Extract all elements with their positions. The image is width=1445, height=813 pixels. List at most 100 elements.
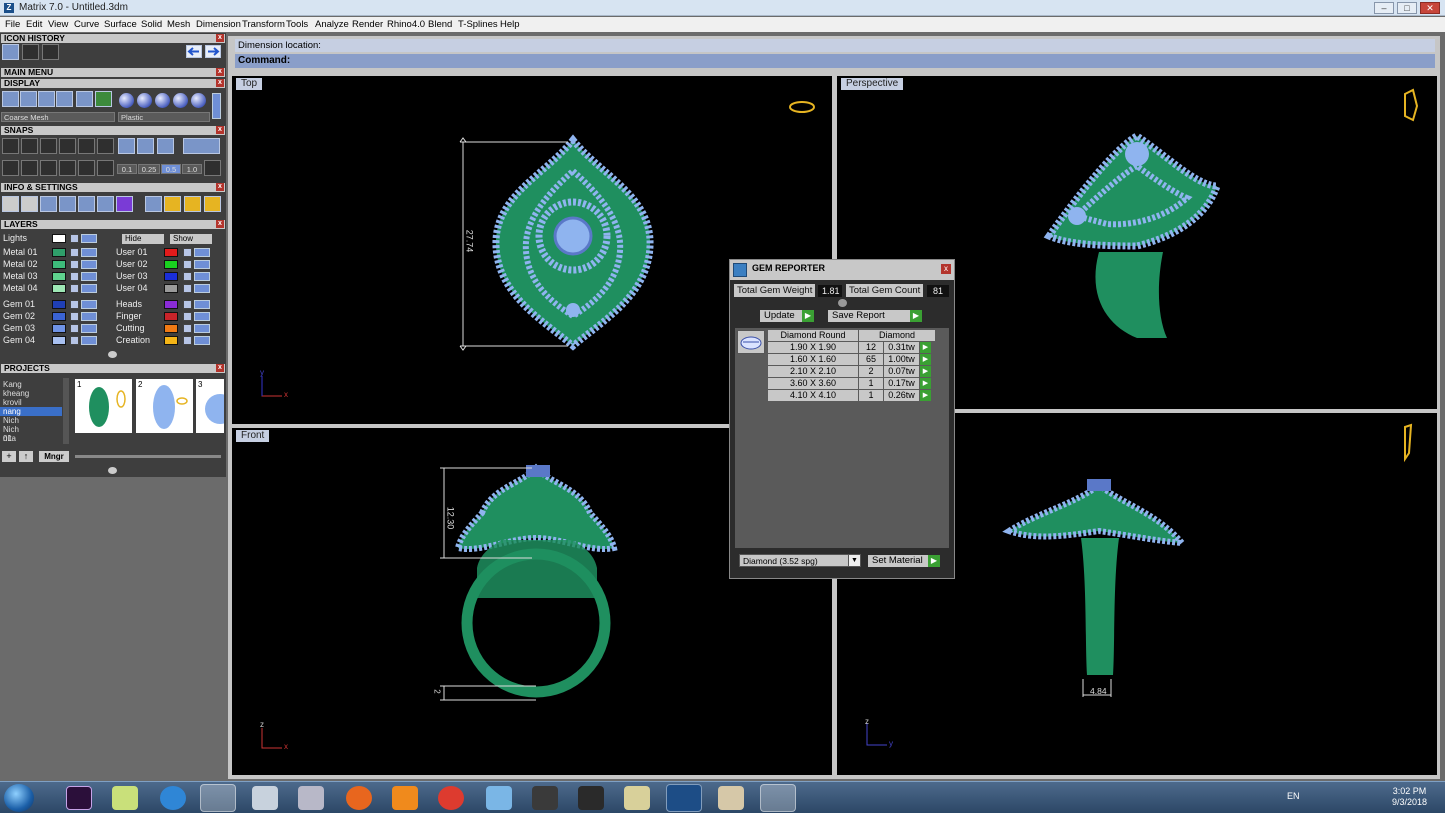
display-mode-icon[interactable] <box>95 91 112 107</box>
layer-visibility-button[interactable] <box>194 336 210 345</box>
lock-icon[interactable] <box>183 284 192 293</box>
list-item[interactable]: kheang <box>3 389 29 398</box>
snap-arrow-icon[interactable] <box>78 160 95 176</box>
lock-icon[interactable] <box>183 324 192 333</box>
lock-icon[interactable] <box>70 336 79 345</box>
notepad-icon[interactable] <box>624 786 650 810</box>
display-slider[interactable] <box>212 93 221 119</box>
tool-icon[interactable] <box>532 786 558 810</box>
layer-color-swatch[interactable] <box>164 312 178 321</box>
matrix-taskbar-icon[interactable] <box>666 784 702 812</box>
layer-material-icon[interactable] <box>116 196 133 212</box>
material-sphere-icon[interactable] <box>155 93 170 108</box>
set-material-button[interactable]: Set Material ▶ <box>868 555 940 567</box>
lock-icon[interactable] <box>183 272 192 281</box>
snap-perp-icon[interactable] <box>78 138 95 154</box>
lock-icon[interactable] <box>70 324 79 333</box>
snap-diag-icon[interactable] <box>59 160 76 176</box>
layer-color-swatch[interactable] <box>52 248 66 257</box>
lock-icon[interactable] <box>183 300 192 309</box>
snap-value-025[interactable]: 0.25 <box>138 164 160 174</box>
app-icon[interactable] <box>486 786 512 810</box>
layer-visibility-button[interactable] <box>194 272 210 281</box>
layer-visibility-button[interactable] <box>81 234 97 243</box>
layer-visibility-button[interactable] <box>81 260 97 269</box>
project-thumbnail[interactable]: 3 <box>196 379 224 433</box>
menu-transform[interactable]: Transform <box>242 19 285 30</box>
project-thumbnail[interactable]: 1 <box>75 379 132 433</box>
calculator-icon[interactable] <box>252 786 278 810</box>
menu-curve[interactable]: Curve <box>74 19 99 30</box>
material-select[interactable]: Diamond (3.52 spg) ▼ <box>739 554 861 567</box>
snap-quad-icon[interactable] <box>97 138 114 154</box>
lock-icon[interactable] <box>70 312 79 321</box>
close-icon[interactable]: x <box>216 126 224 134</box>
minimize-button[interactable]: – <box>1374 2 1394 14</box>
display-mode-icon[interactable] <box>76 91 93 107</box>
lock-icon[interactable] <box>70 284 79 293</box>
layer-visibility-button[interactable] <box>81 312 97 321</box>
list-item[interactable]: nita <box>3 434 16 443</box>
ortho-toggle[interactable] <box>183 138 220 154</box>
layer-visibility-button[interactable] <box>194 260 210 269</box>
gem-tool-icon[interactable] <box>164 196 181 212</box>
edit-icon[interactable] <box>97 196 114 212</box>
snap-center-icon[interactable] <box>118 138 135 154</box>
snap-line-icon[interactable] <box>40 160 57 176</box>
snap-value-01[interactable]: 0.1 <box>117 164 137 174</box>
info-icon[interactable] <box>145 196 162 212</box>
up-button[interactable]: ↑ <box>19 451 33 462</box>
layer-visibility-button[interactable] <box>81 300 97 309</box>
layer-visibility-button[interactable] <box>194 284 210 293</box>
layer-color-swatch[interactable] <box>52 300 66 309</box>
layer-visibility-button[interactable] <box>194 248 210 257</box>
list-item[interactable]: Kang <box>3 380 22 389</box>
save-report-button[interactable]: Save Report ▶ <box>828 310 922 322</box>
snap-plane-icon[interactable] <box>21 160 38 176</box>
layer-color-swatch[interactable] <box>164 300 178 309</box>
layer-color-swatch[interactable] <box>164 272 178 281</box>
lock-icon[interactable] <box>183 248 192 257</box>
material-sphere-icon[interactable] <box>191 93 206 108</box>
wireframe-icon[interactable] <box>2 91 19 107</box>
layer-color-swatch[interactable] <box>52 260 66 269</box>
render-mode-icon[interactable] <box>20 91 37 107</box>
close-icon[interactable]: x <box>941 264 951 274</box>
snap-near-icon[interactable] <box>21 138 38 154</box>
menu-help[interactable]: Help <box>500 19 520 30</box>
layer-color-swatch[interactable] <box>164 260 178 269</box>
list-item[interactable]: krovil <box>3 398 22 407</box>
material-sphere-icon[interactable] <box>119 93 134 108</box>
lock-icon[interactable] <box>183 312 192 321</box>
snap-point-icon[interactable] <box>40 138 57 154</box>
menu-blend[interactable]: Blend <box>428 19 452 30</box>
snap-value-05[interactable]: 0.5 <box>161 164 181 174</box>
premiere-icon[interactable] <box>66 786 92 810</box>
file-explorer-icon[interactable] <box>200 784 236 812</box>
lock-icon[interactable] <box>70 248 79 257</box>
start-button[interactable] <box>4 784 34 812</box>
snap-grid-icon[interactable] <box>2 160 19 176</box>
search-icon[interactable] <box>21 196 38 212</box>
layer-visibility-button[interactable] <box>81 336 97 345</box>
material-sphere-icon[interactable] <box>137 93 152 108</box>
paint-icon[interactable] <box>718 786 744 810</box>
chevron-down-icon[interactable]: ▼ <box>848 555 860 566</box>
layer-color-swatch[interactable] <box>52 336 66 345</box>
close-icon[interactable]: x <box>216 183 224 191</box>
maximize-button[interactable]: □ <box>1397 2 1417 14</box>
menu-rhino[interactable]: Rhino4.0 <box>387 19 425 30</box>
layer-color-swatch[interactable] <box>52 324 66 333</box>
project-scrollbar[interactable] <box>63 378 69 444</box>
close-button[interactable]: ✕ <box>1420 2 1440 14</box>
history-tool-icon[interactable] <box>2 44 19 60</box>
menu-render[interactable]: Render <box>352 19 383 30</box>
project-thumbnail[interactable]: 2 <box>136 379 193 433</box>
chevron-icon[interactable] <box>838 299 847 307</box>
menu-tsplines[interactable]: T-Splines <box>458 19 498 30</box>
list-item-selected[interactable]: nang <box>0 407 62 416</box>
layer-color-swatch[interactable] <box>164 284 178 293</box>
notes-icon[interactable] <box>112 786 138 810</box>
main-menu-header[interactable]: MAIN MENU x <box>1 68 225 77</box>
layer-visibility-button[interactable] <box>81 248 97 257</box>
